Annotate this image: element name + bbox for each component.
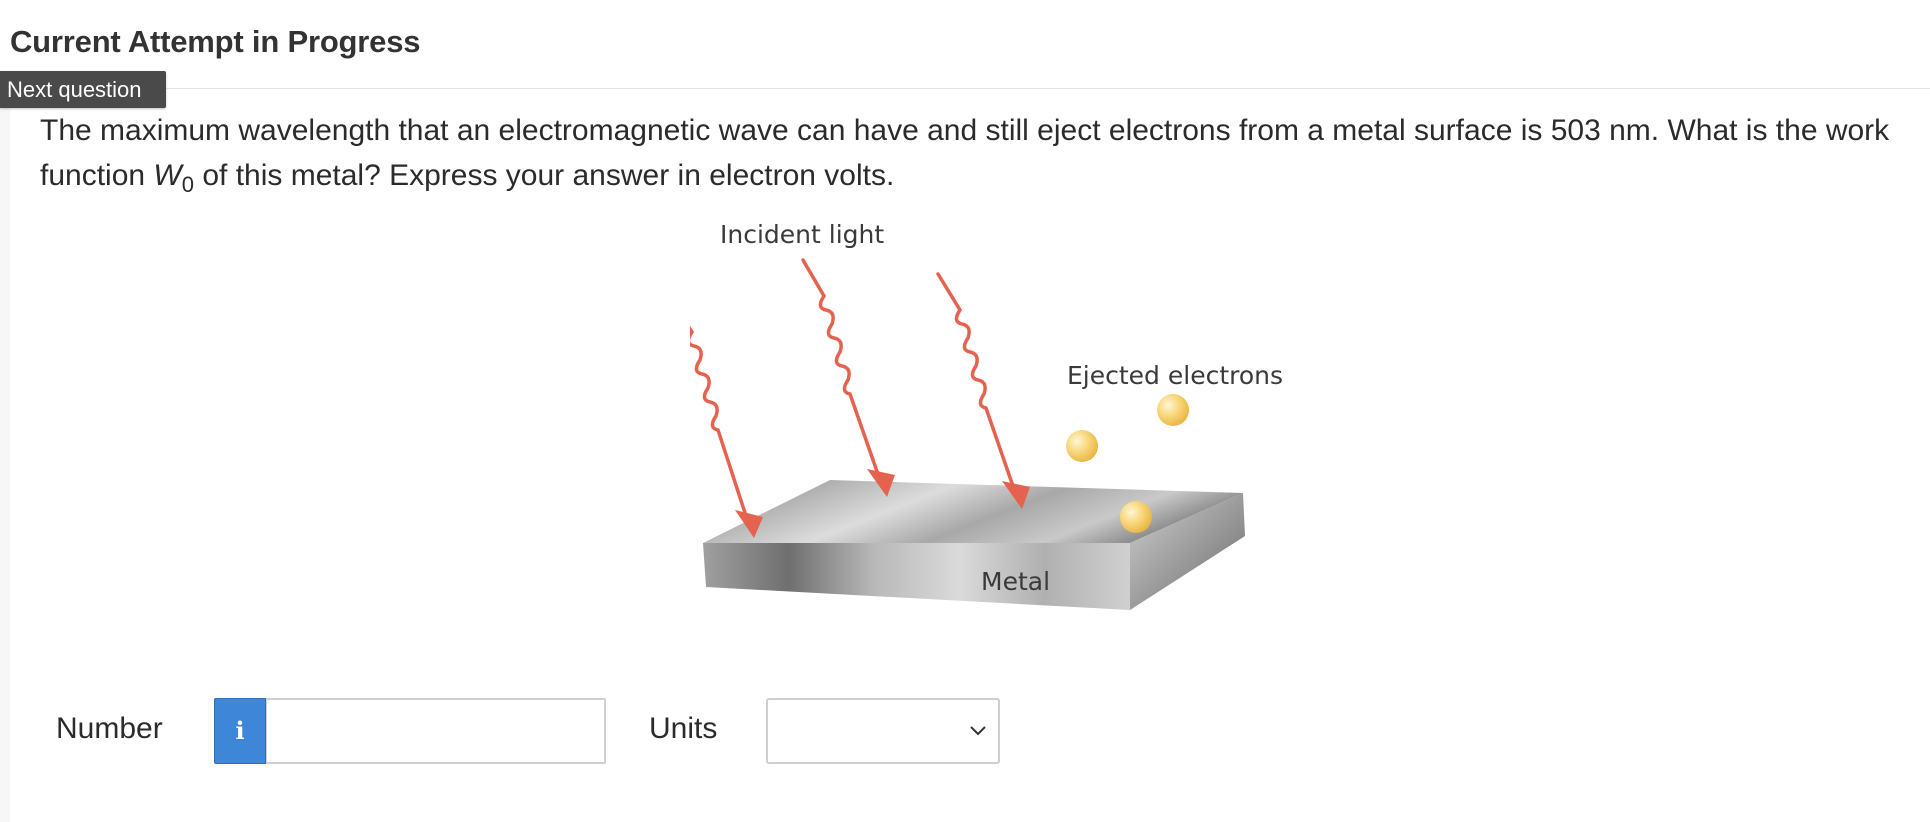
number-input[interactable] (266, 698, 606, 764)
photoelectric-figure: Incident light Metal Ejected electrons (690, 220, 1283, 610)
header-divider (0, 88, 1930, 89)
electron-1 (1066, 430, 1098, 462)
next-question-button[interactable]: Next question (0, 71, 166, 108)
number-label: Number (56, 712, 163, 745)
metal-label: Metal (981, 567, 1050, 596)
info-icon[interactable]: i (214, 698, 266, 764)
units-dropdown[interactable] (766, 698, 1000, 764)
incident-wave-3 (936, 272, 1030, 509)
units-label: Units (649, 712, 718, 745)
work-function-symbol: W (153, 159, 182, 192)
ejected-electrons-label: Ejected electrons (1067, 361, 1283, 390)
metal-slab (703, 480, 1245, 610)
work-function-subscript: 0 (181, 172, 194, 197)
electron-3 (1120, 501, 1152, 533)
incident-wave-1 (690, 325, 763, 538)
left-gutter (0, 89, 10, 822)
incident-light-label: Incident light (720, 220, 884, 249)
question-text: The maximum wavelength that an electroma… (40, 108, 1910, 198)
chevron-down-icon (970, 726, 986, 736)
question-text-part2: of this metal? Express your answer in el… (194, 159, 895, 192)
question-page: Current Attempt in Progress Next questio… (0, 0, 1930, 822)
electron-2 (1157, 394, 1189, 426)
page-title: Current Attempt in Progress (10, 24, 421, 59)
incident-wave-2 (801, 258, 895, 497)
